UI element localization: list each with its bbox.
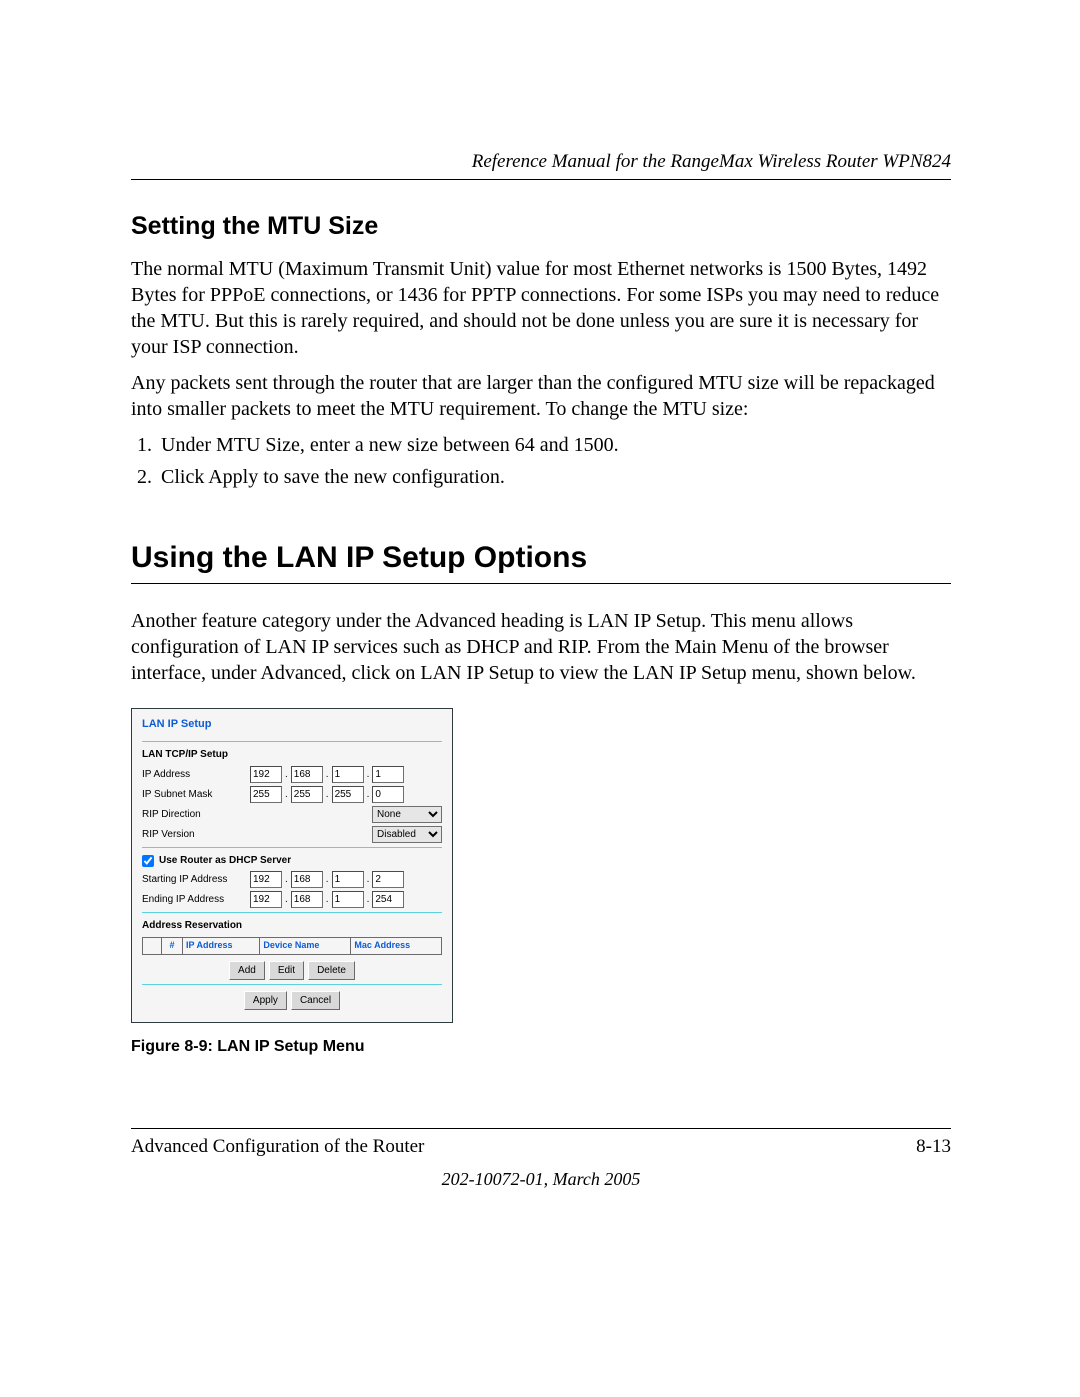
edit-button[interactable]: Edit xyxy=(269,961,304,980)
end-ip-octet-3[interactable] xyxy=(332,891,364,908)
start-ip-octet-2[interactable] xyxy=(291,871,323,888)
mask-octet-2[interactable] xyxy=(291,786,323,803)
mtu-steps: Under MTU Size, enter a new size between… xyxy=(131,432,951,490)
figure-caption: Figure 8-9: LAN IP Setup Menu xyxy=(131,1037,951,1058)
start-ip-octet-1[interactable] xyxy=(250,871,282,888)
end-ip-octet-1[interactable] xyxy=(250,891,282,908)
heading-mtu: Setting the MTU Size xyxy=(131,210,951,243)
reservation-col-device: Device Name xyxy=(260,938,351,955)
panel-rule-1 xyxy=(142,741,442,742)
start-ip-octet-3[interactable] xyxy=(332,871,364,888)
header-rule xyxy=(131,179,951,180)
dhcp-server-label: Use Router as DHCP Server xyxy=(159,854,291,867)
lan-ip-setup-screenshot: LAN IP Setup LAN TCP/IP Setup IP Address… xyxy=(131,708,453,1023)
panel-rule-4 xyxy=(142,984,442,985)
cancel-button[interactable]: Cancel xyxy=(291,991,340,1010)
footer-chapter: Advanced Configuration of the Router xyxy=(131,1135,424,1160)
heading-lanip: Using the LAN IP Setup Options xyxy=(131,538,951,577)
mtu-para-1: The normal MTU (Maximum Transmit Unit) v… xyxy=(131,256,951,360)
delete-button[interactable]: Delete xyxy=(308,961,355,980)
footer-docid: 202-10072-01, March 2005 xyxy=(131,1168,951,1191)
lanip-rule xyxy=(131,583,951,584)
rip-direction-select[interactable]: None xyxy=(372,806,442,823)
mtu-para-2: Any packets sent through the router that… xyxy=(131,370,951,422)
ip-address-label: IP Address xyxy=(142,768,250,781)
ip-octet-4[interactable] xyxy=(372,766,404,783)
end-ip-octet-4[interactable] xyxy=(372,891,404,908)
subnet-mask-label: IP Subnet Mask xyxy=(142,788,250,801)
tcpip-heading: LAN TCP/IP Setup xyxy=(142,748,442,761)
end-ip-octet-2[interactable] xyxy=(291,891,323,908)
ip-octet-1[interactable] xyxy=(250,766,282,783)
lanip-para-1: Another feature category under the Advan… xyxy=(131,608,951,686)
ip-octet-3[interactable] xyxy=(332,766,364,783)
reservation-col-num: # xyxy=(162,938,183,955)
start-ip-octet-4[interactable] xyxy=(372,871,404,888)
dhcp-server-checkbox[interactable] xyxy=(142,855,154,867)
rip-version-select[interactable]: Disabled xyxy=(372,826,442,843)
mtu-step-2: Click Apply to save the new configuratio… xyxy=(157,464,951,490)
reservation-col-radio xyxy=(143,938,162,955)
reservation-col-mac: Mac Address xyxy=(351,938,442,955)
footer-page: 8-13 xyxy=(916,1135,951,1160)
mtu-step-1: Under MTU Size, enter a new size between… xyxy=(157,432,951,458)
panel-title: LAN IP Setup xyxy=(142,717,442,731)
start-ip-label: Starting IP Address xyxy=(142,873,250,886)
reservation-col-ip: IP Address xyxy=(183,938,260,955)
footer-rule xyxy=(131,1128,951,1129)
mask-octet-3[interactable] xyxy=(332,786,364,803)
apply-button[interactable]: Apply xyxy=(244,991,287,1010)
add-button[interactable]: Add xyxy=(229,961,265,980)
mask-octet-1[interactable] xyxy=(250,786,282,803)
panel-rule-3 xyxy=(142,912,442,913)
rip-version-label: RIP Version xyxy=(142,828,250,841)
ip-octet-2[interactable] xyxy=(291,766,323,783)
mask-octet-4[interactable] xyxy=(372,786,404,803)
panel-rule-2 xyxy=(142,847,442,848)
end-ip-label: Ending IP Address xyxy=(142,893,250,906)
rip-direction-label: RIP Direction xyxy=(142,808,250,821)
running-head: Reference Manual for the RangeMax Wirele… xyxy=(131,150,951,175)
reservation-table: # IP Address Device Name Mac Address xyxy=(142,937,442,955)
reservation-heading: Address Reservation xyxy=(142,919,442,932)
